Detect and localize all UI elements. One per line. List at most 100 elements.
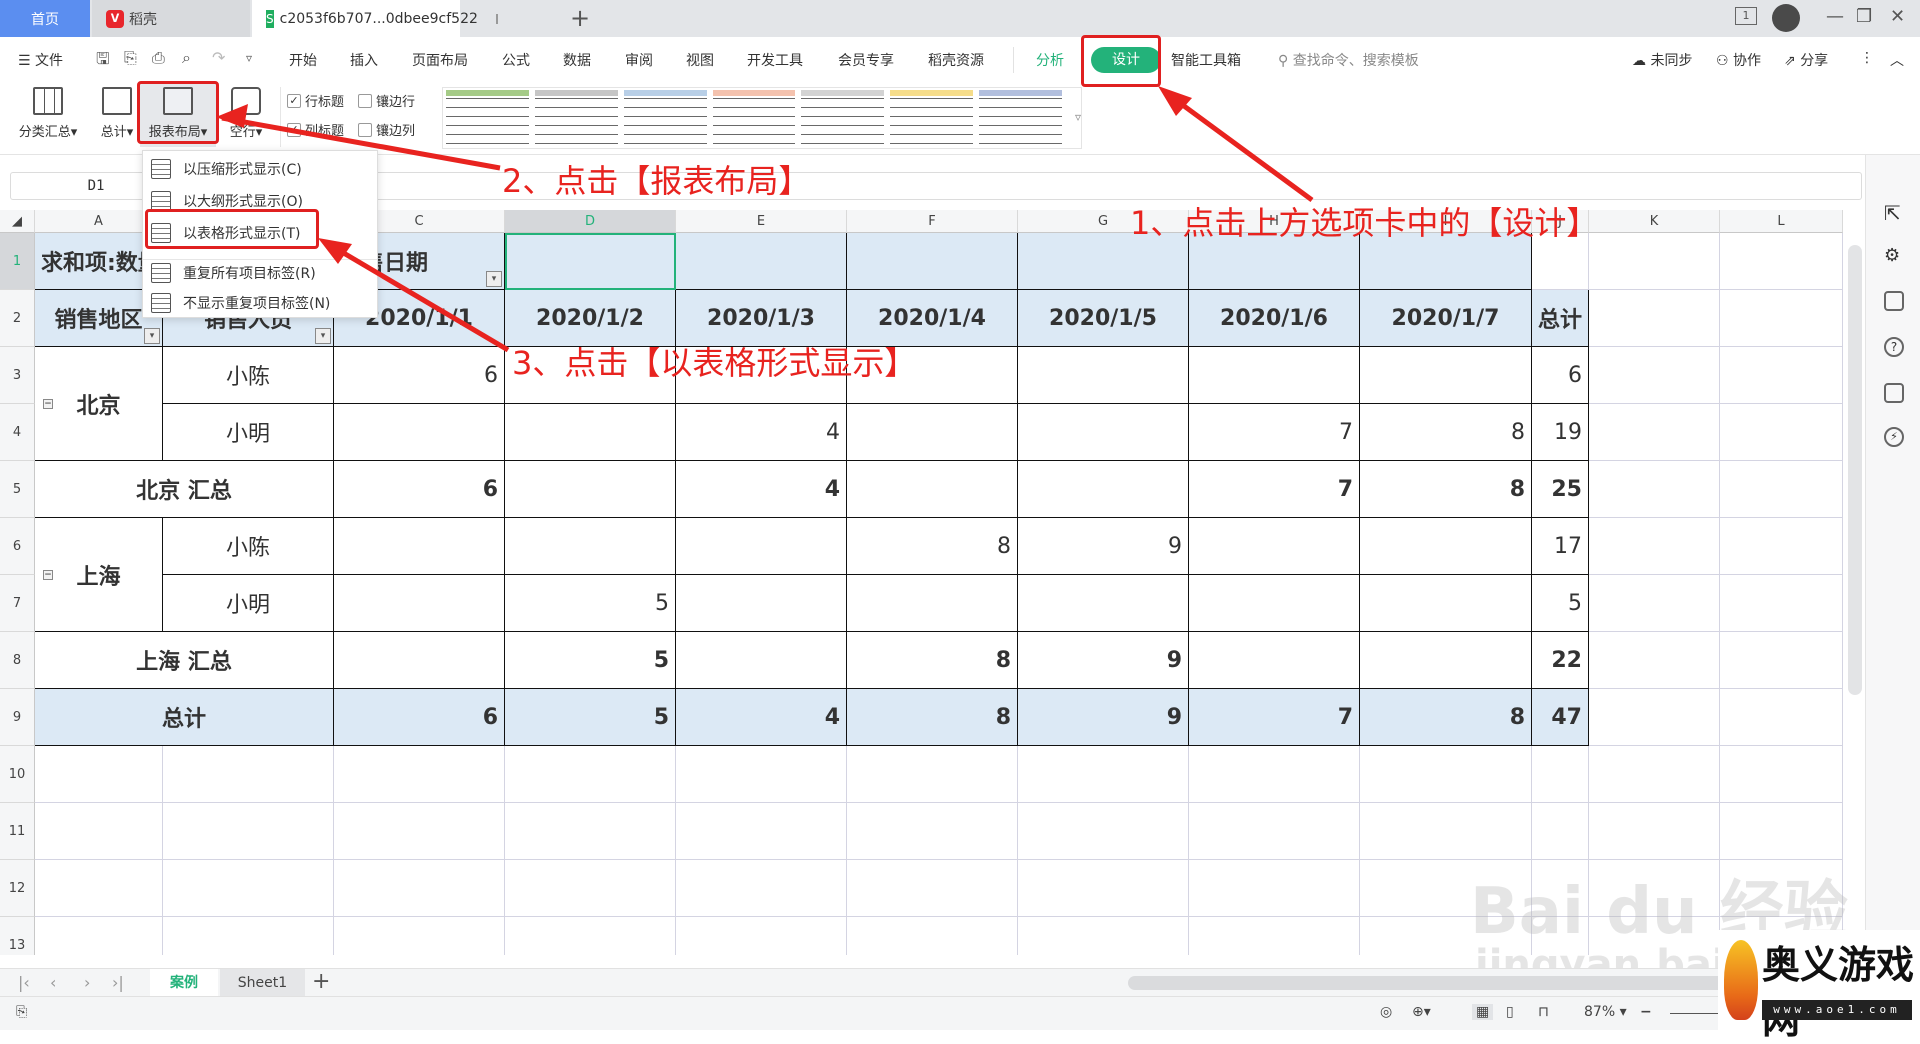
customize-dropdown-icon[interactable]: ▿	[246, 51, 252, 65]
value-cell[interactable]	[1189, 575, 1360, 632]
subtotal-cell[interactable]: 6	[334, 461, 505, 518]
command-search[interactable]: ⚲ 查找命令、搜索模板	[1278, 50, 1419, 70]
grand-total-total-cell[interactable]: 47	[1532, 689, 1589, 746]
avatar[interactable]	[1772, 4, 1800, 32]
row-headers-checkbox[interactable]: ✓ 行标题	[287, 91, 344, 110]
cell[interactable]	[1018, 860, 1189, 917]
gallery-expand-icon[interactable]: ▿	[1075, 110, 1081, 148]
value-cell[interactable]	[334, 518, 505, 575]
value-cell[interactable]	[676, 518, 847, 575]
cell[interactable]	[1720, 518, 1843, 575]
more-icon[interactable]: ⋮	[1860, 50, 1874, 66]
grand-total-cell[interactable]: 4	[676, 689, 847, 746]
cell[interactable]	[847, 803, 1018, 860]
sheet-tab-sheet1[interactable]: Sheet1	[220, 969, 305, 997]
value-cell[interactable]	[1360, 575, 1532, 632]
cell[interactable]	[1720, 746, 1843, 803]
value-cell[interactable]: 8	[1360, 404, 1532, 461]
cell[interactable]	[505, 803, 676, 860]
cell[interactable]	[35, 860, 163, 917]
close-button[interactable]: ✕	[1890, 6, 1905, 27]
subtotal-total-cell[interactable]: 22	[1532, 632, 1589, 689]
cell[interactable]	[163, 860, 334, 917]
column-header-d[interactable]: D	[505, 210, 676, 233]
file-menu[interactable]: ☰ 文件	[18, 50, 63, 70]
cell[interactable]	[1589, 461, 1720, 518]
subtotal-label[interactable]: 上海 汇总	[35, 632, 334, 689]
value-cell[interactable]	[676, 575, 847, 632]
banded-rows-checkbox[interactable]: 镶边行	[358, 91, 415, 110]
value-cell[interactable]: 6	[334, 347, 505, 404]
cell[interactable]	[847, 746, 1018, 803]
share-button[interactable]: ⇗ 分享	[1784, 50, 1828, 70]
page-break-view-icon[interactable]: ▯	[1506, 1004, 1514, 1020]
value-cell[interactable]	[505, 518, 676, 575]
cell[interactable]	[1720, 689, 1843, 746]
redo-icon[interactable]: ↷	[212, 48, 225, 67]
menu-item-no-repeat-labels[interactable]: 不显示重复项目标签(N)	[151, 293, 330, 313]
cell[interactable]	[1189, 803, 1360, 860]
sheet-tab-case[interactable]: 案例	[150, 969, 218, 997]
collapse-group-icon[interactable]: −	[43, 569, 53, 580]
cell[interactable]	[676, 803, 847, 860]
column-header-f[interactable]: F	[847, 210, 1018, 233]
tab-document[interactable]: S c2053f6b707...0dbee9cf522	[252, 0, 498, 37]
cell[interactable]	[1589, 746, 1720, 803]
next-sheet-icon[interactable]: ›	[84, 973, 90, 992]
row-header-13[interactable]: 13	[0, 917, 35, 955]
value-cell[interactable]	[847, 575, 1018, 632]
menu-item-repeat-labels[interactable]: 重复所有项目标签(R)	[151, 263, 316, 283]
tab-developer[interactable]: 开发工具	[747, 50, 803, 70]
eye-protection-icon[interactable]: ◎	[1380, 1004, 1392, 1020]
cell[interactable]	[1720, 233, 1843, 290]
tab-insert[interactable]: 插入	[350, 50, 378, 70]
row-header-3[interactable]: 3	[0, 347, 35, 404]
value-cell[interactable]	[1360, 347, 1532, 404]
grand-total-cell[interactable]: 5	[505, 689, 676, 746]
cell[interactable]	[1189, 917, 1360, 955]
cell[interactable]	[1589, 632, 1720, 689]
tab-home[interactable]: 首页	[0, 0, 90, 37]
tab-daoke-resources[interactable]: 稻壳资源	[928, 50, 984, 70]
last-sheet-icon[interactable]: ›|	[112, 973, 124, 992]
menu-item-outline-form[interactable]: 以大纲形式显示(O)	[151, 191, 303, 211]
first-sheet-icon[interactable]: |‹	[18, 973, 30, 992]
value-cell[interactable]	[1018, 347, 1189, 404]
subtotal-button[interactable]: 分类汇总▾	[12, 87, 84, 140]
subtotal-total-cell[interactable]: 25	[1532, 461, 1589, 518]
row-header-9[interactable]: 9	[0, 689, 35, 746]
cell[interactable]	[1589, 233, 1720, 290]
value-cell[interactable]	[1018, 575, 1189, 632]
save-icon[interactable]: 🖫	[96, 48, 110, 75]
menu-item-compact-form[interactable]: 以压缩形式显示(C)	[151, 159, 302, 179]
subtotal-cell[interactable]	[505, 461, 676, 518]
row-total-cell[interactable]: 19	[1532, 404, 1589, 461]
cell[interactable]	[1720, 575, 1843, 632]
help-icon[interactable]: ?	[1884, 337, 1904, 357]
grand-total-cell[interactable]: 9	[1018, 689, 1189, 746]
cell[interactable]	[1189, 860, 1360, 917]
region-filter-dropdown-icon[interactable]: ▾	[144, 328, 160, 344]
zoom-slider[interactable]	[1670, 1013, 1720, 1014]
add-sheet-button[interactable]: +	[312, 969, 330, 994]
subtotal-cell[interactable]	[1018, 461, 1189, 518]
settings-sliders-icon[interactable]: ⚙	[1884, 245, 1904, 266]
pivot-style-swatch[interactable]	[623, 90, 707, 146]
horizontal-scrollbar[interactable]	[1128, 976, 1748, 990]
normal-view-icon[interactable]: ▦	[1472, 1004, 1494, 1020]
subtotal-cell[interactable]: 4	[676, 461, 847, 518]
row-header-10[interactable]: 10	[0, 746, 35, 803]
tab-review[interactable]: 审阅	[625, 50, 653, 70]
subtotal-cell[interactable]: 9	[1018, 632, 1189, 689]
cell[interactable]	[1360, 746, 1532, 803]
value-cell[interactable]	[1189, 347, 1360, 404]
tab-daoke[interactable]: ᐯ 稻壳	[92, 0, 250, 37]
cell[interactable]	[1720, 347, 1843, 404]
cell[interactable]	[1589, 347, 1720, 404]
collapse-ribbon-icon[interactable]: ︿	[1890, 50, 1904, 70]
row-header-11[interactable]: 11	[0, 803, 35, 860]
collaborate-button[interactable]: ⚇ 协作	[1716, 50, 1761, 70]
cell[interactable]	[163, 917, 334, 955]
cell[interactable]	[1532, 803, 1589, 860]
cell[interactable]	[163, 746, 334, 803]
